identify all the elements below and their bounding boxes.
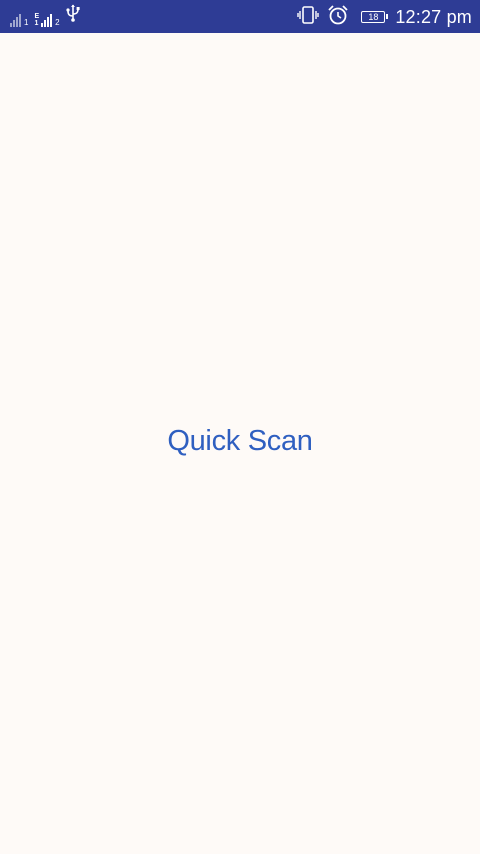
alarm-icon: [327, 4, 349, 31]
battery-level: 18: [368, 12, 379, 22]
main-screen: Quick Scan: [0, 33, 480, 854]
status-right: 18 12:27 pm: [297, 4, 472, 30]
signal-icon: [10, 13, 22, 27]
vibrate-icon: [297, 5, 320, 30]
status-left: 1 E 1 2: [10, 4, 80, 27]
signal-icon: [41, 13, 53, 27]
status-clock: 12:27 pm: [395, 6, 472, 27]
network-type-bottom: 1: [34, 20, 39, 27]
sim2-index: 2: [55, 18, 60, 27]
network-type-top: E: [34, 13, 40, 20]
network-type: E 1: [34, 13, 39, 27]
sim1-index: 1: [24, 18, 29, 27]
app-title: Quick Scan: [167, 425, 313, 457]
status-bar: 1 E 1 2 18 12:27 pm: [0, 0, 480, 33]
usb-icon: [65, 4, 80, 27]
battery-icon: 18: [361, 11, 389, 23]
